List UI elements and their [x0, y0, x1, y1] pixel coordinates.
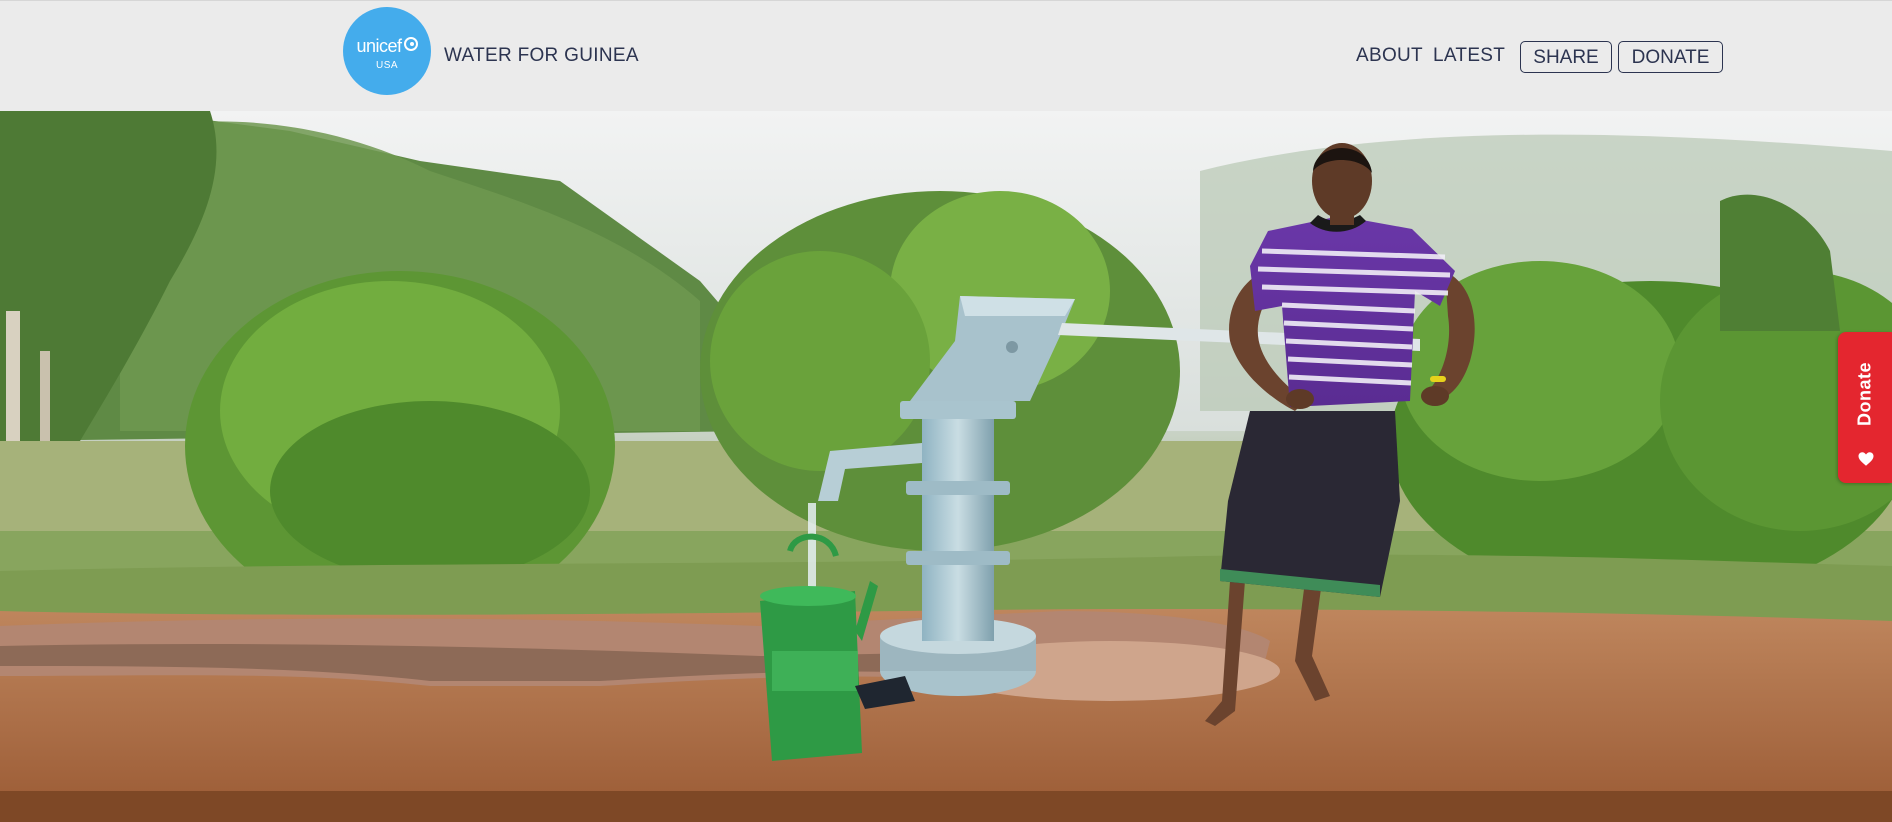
logo-sub: USA — [375, 60, 399, 71]
side-donate-tab[interactable]: Donate — [1838, 332, 1892, 483]
side-donate-label: Donate — [1854, 361, 1875, 427]
hero-illustration — [0, 111, 1892, 822]
logo-wordmark: unicef — [356, 36, 402, 56]
share-button[interactable]: SHARE — [1520, 41, 1612, 73]
page: unicef USA WATER FOR GUINEA ABOUT LATEST… — [0, 0, 1892, 822]
donate-button[interactable]: DONATE — [1618, 41, 1723, 73]
unicef-globe-icon — [403, 37, 418, 51]
site-title[interactable]: WATER FOR GUINEA — [444, 45, 639, 67]
hero-image — [0, 111, 1892, 822]
unicef-logo[interactable]: unicef USA — [343, 7, 431, 95]
heart-icon — [1858, 452, 1874, 466]
site-header: unicef USA WATER FOR GUINEA ABOUT LATEST… — [0, 0, 1892, 111]
nav-about-link[interactable]: ABOUT — [1356, 45, 1423, 67]
nav-latest-link[interactable]: LATEST — [1433, 45, 1505, 67]
